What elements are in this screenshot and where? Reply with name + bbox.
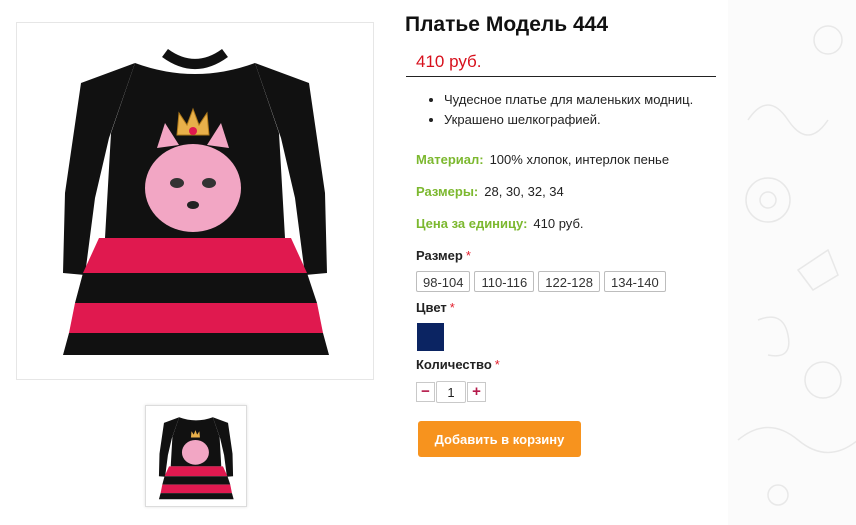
spec-sizes-value: 28, 30, 32, 34 bbox=[484, 184, 564, 199]
quantity-label-text: Количество bbox=[416, 357, 492, 372]
required-mark: * bbox=[449, 300, 455, 315]
quantity-decrease-button[interactable]: − bbox=[416, 382, 435, 402]
quantity-option-label: Количество * bbox=[416, 357, 500, 372]
spec-unit-price: Цена за единицу: 410 руб. bbox=[416, 216, 584, 231]
product-title: Платье Модель 444 bbox=[405, 13, 608, 36]
size-options: 98-104 110-116 122-128 134-140 bbox=[416, 271, 666, 292]
spec-sizes-label: Размеры: bbox=[416, 184, 479, 199]
size-label-text: Размер bbox=[416, 248, 463, 263]
product-price: 410 руб. bbox=[416, 52, 482, 71]
color-option-label: Цвет * bbox=[416, 300, 455, 315]
dress-image bbox=[63, 48, 329, 355]
product-thumbnail[interactable] bbox=[145, 405, 247, 507]
spec-material-value: 100% хлопок, интерлок пенье bbox=[489, 152, 670, 167]
feature-list: Чудесное платье для маленьких модниц. Ук… bbox=[426, 90, 693, 130]
dress-thumbnail bbox=[158, 417, 234, 500]
price-divider bbox=[406, 76, 716, 77]
feature-item: Украшено шелкографией. bbox=[444, 110, 693, 130]
required-mark: * bbox=[494, 357, 500, 372]
decorative-background bbox=[728, 0, 856, 525]
spec-material: Материал: 100% хлопок, интерлок пенье bbox=[416, 152, 669, 167]
quantity-increase-button[interactable]: + bbox=[467, 382, 486, 402]
quantity-stepper: − + bbox=[416, 381, 486, 403]
required-mark: * bbox=[465, 248, 471, 263]
size-option-label: Размер * bbox=[416, 248, 471, 263]
size-option-134-140[interactable]: 134-140 bbox=[603, 271, 666, 292]
quantity-input[interactable] bbox=[436, 381, 466, 403]
color-swatch-navy[interactable] bbox=[417, 323, 444, 351]
add-to-cart-button[interactable]: Добавить в корзину bbox=[418, 421, 581, 457]
size-option-122-128[interactable]: 122-128 bbox=[538, 271, 600, 292]
spec-unit-price-value: 410 руб. bbox=[533, 216, 584, 231]
color-label-text: Цвет bbox=[416, 300, 447, 315]
spec-sizes: Размеры: 28, 30, 32, 34 bbox=[416, 184, 564, 199]
spec-material-label: Материал: bbox=[416, 152, 484, 167]
spec-unit-price-label: Цена за единицу: bbox=[416, 216, 528, 231]
size-option-98-104[interactable]: 98-104 bbox=[416, 271, 471, 292]
main-product-image[interactable] bbox=[16, 22, 374, 380]
size-option-110-116[interactable]: 110-116 bbox=[474, 271, 535, 292]
feature-item: Чудесное платье для маленьких модниц. bbox=[444, 90, 693, 110]
